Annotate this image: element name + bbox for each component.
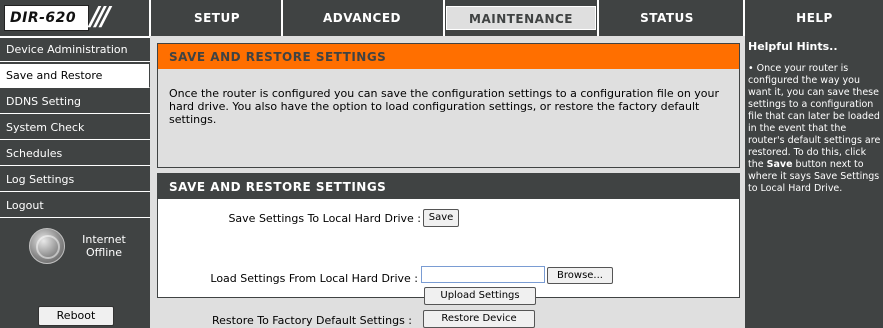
tab-advanced[interactable]: ADVANCED bbox=[283, 6, 441, 30]
product-logo: DIR-620 bbox=[4, 5, 89, 31]
settings-form-panel: SAVE AND RESTORE SETTINGS Save Settings … bbox=[157, 173, 740, 305]
globe-icon bbox=[29, 228, 65, 264]
sidebar-item-system-check[interactable]: System Check bbox=[0, 116, 150, 140]
save-button[interactable]: Save bbox=[423, 209, 459, 227]
intro-panel-header: SAVE AND RESTORE SETTINGS bbox=[158, 44, 739, 69]
tab-divider bbox=[443, 0, 445, 36]
sidebar-item-schedules[interactable]: Schedules bbox=[0, 142, 150, 166]
internet-status-line1: Internet bbox=[82, 233, 126, 246]
tab-maintenance[interactable]: MAINTENANCE bbox=[446, 6, 596, 30]
upload-settings-button[interactable]: Upload Settings bbox=[424, 287, 536, 305]
logo-text: DIR-620 bbox=[10, 10, 77, 26]
settings-form-header: SAVE AND RESTORE SETTINGS bbox=[158, 174, 739, 199]
tab-status[interactable]: STATUS bbox=[599, 6, 735, 30]
help-text-before: Once your router is configured the way y… bbox=[748, 63, 881, 170]
help-panel: Helpful Hints.. • Once your router is co… bbox=[745, 36, 883, 328]
top-navigation-bar: DIR-620 /// SETUP ADVANCED MAINTENANCE S… bbox=[0, 0, 883, 36]
sidebar-item-log-settings[interactable]: Log Settings bbox=[0, 168, 150, 192]
restore-device-button[interactable]: Restore Device bbox=[423, 310, 535, 328]
save-settings-label: Save Settings To Local Hard Drive : bbox=[228, 212, 421, 225]
sidebar: Device Administration Save and Restore D… bbox=[0, 38, 150, 328]
load-settings-label: Load Settings From Local Hard Drive : bbox=[210, 272, 418, 285]
reboot-button[interactable]: Reboot bbox=[38, 306, 114, 326]
intro-description: Once the router is configured you can sa… bbox=[169, 87, 720, 126]
internet-status: Internet Offline bbox=[74, 233, 134, 259]
intro-panel-title: SAVE AND RESTORE SETTINGS bbox=[169, 50, 387, 64]
tab-divider bbox=[743, 0, 745, 36]
internet-status-line2: Offline bbox=[85, 246, 123, 259]
tab-help[interactable]: HELP bbox=[746, 6, 883, 30]
tab-divider bbox=[149, 0, 151, 36]
file-path-input[interactable] bbox=[421, 266, 545, 283]
tab-setup[interactable]: SETUP bbox=[153, 6, 281, 30]
help-bold-save: Save bbox=[766, 159, 793, 170]
sidebar-item-save-and-restore[interactable]: Save and Restore bbox=[0, 64, 150, 88]
intro-panel: SAVE AND RESTORE SETTINGS Once the route… bbox=[157, 43, 740, 168]
globe-icon-lines bbox=[36, 235, 60, 259]
help-hint-text: • Once your router is configured the way… bbox=[748, 63, 883, 195]
browse-button[interactable]: Browse... bbox=[547, 267, 613, 284]
sidebar-item-device-administration[interactable]: Device Administration bbox=[0, 38, 150, 62]
sidebar-item-ddns-setting[interactable]: DDNS Setting bbox=[0, 90, 150, 114]
restore-defaults-label: Restore To Factory Default Settings : bbox=[212, 314, 412, 327]
settings-form-title: SAVE AND RESTORE SETTINGS bbox=[169, 180, 387, 194]
sidebar-item-logout[interactable]: Logout bbox=[0, 194, 150, 218]
main-content: SAVE AND RESTORE SETTINGS Once the route… bbox=[150, 36, 745, 328]
help-bullet: • bbox=[748, 63, 754, 74]
logo-slash-mark: /// bbox=[90, 2, 110, 32]
help-title: Helpful Hints.. bbox=[748, 40, 838, 53]
